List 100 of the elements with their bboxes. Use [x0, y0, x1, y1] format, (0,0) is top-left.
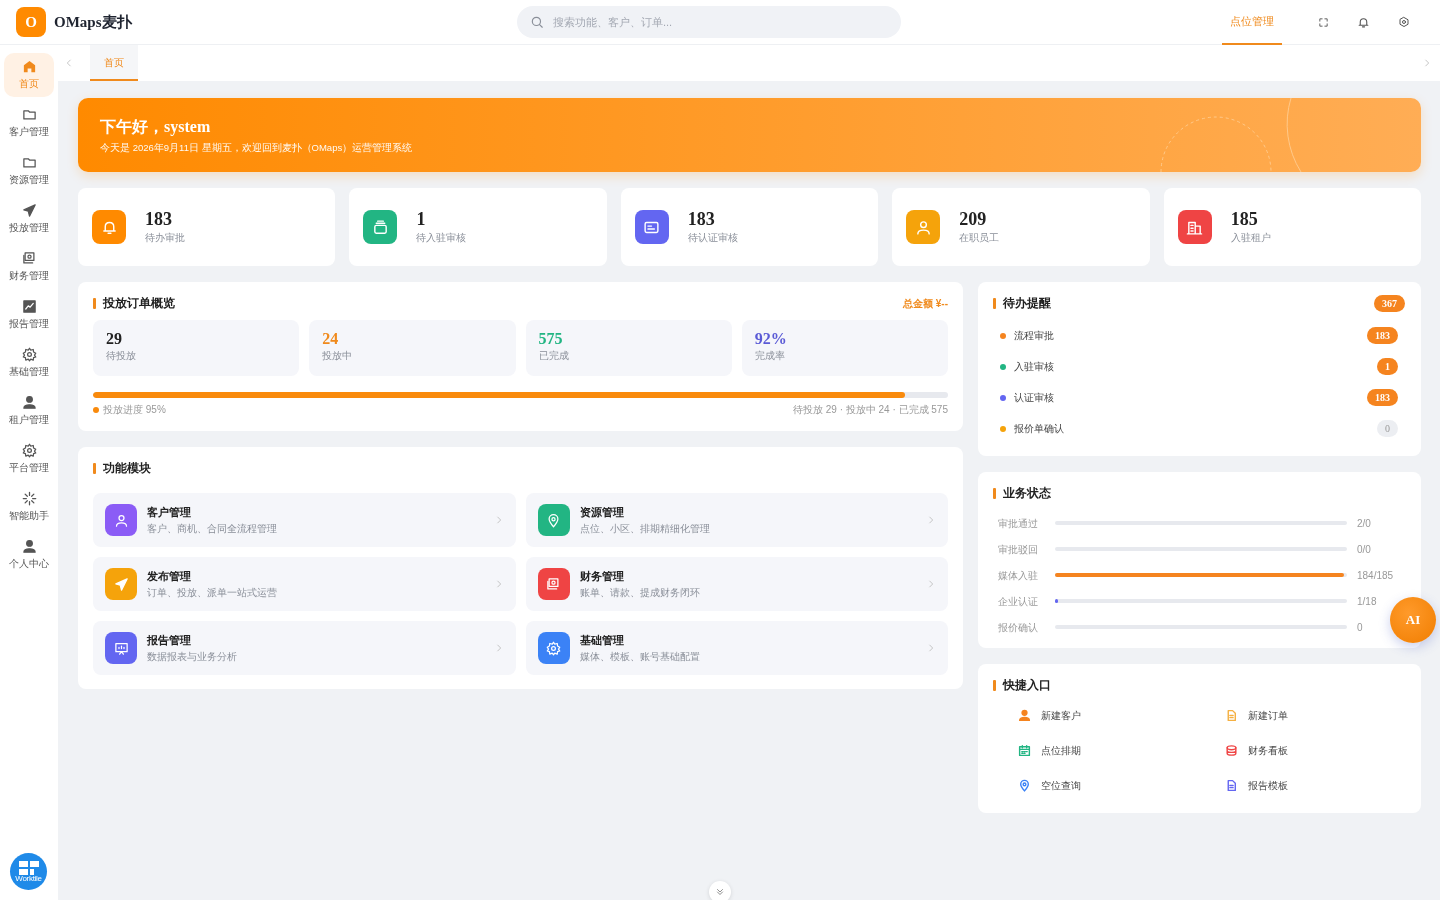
- sidebar-item[interactable]: 财务管理: [4, 245, 54, 289]
- status-reading: 0: [1356, 620, 1364, 635]
- sidebar-item[interactable]: 个人中心: [4, 533, 54, 577]
- paper-plane-icon: [21, 203, 37, 218]
- sidebar-item[interactable]: 租户管理: [4, 389, 54, 433]
- sidebar-item[interactable]: 基础管理: [4, 341, 54, 385]
- todo-item[interactable]: 认证审核 183: [993, 382, 1405, 413]
- quick-link[interactable]: 点位排期: [993, 733, 1200, 768]
- chevron-left-icon: [64, 58, 74, 68]
- module-description: 账单、请款、提成财务闭环: [579, 585, 701, 600]
- metric-label: 投放中: [322, 349, 354, 364]
- greeting: 下午好，system: [100, 117, 212, 137]
- presentation-icon: [113, 640, 129, 656]
- status-label: 审批驳回: [997, 542, 1039, 557]
- sparkle-icon: [21, 491, 37, 506]
- user-icon: [113, 512, 129, 528]
- chart-icon: [21, 299, 37, 314]
- metric-label: 完成率: [754, 349, 786, 364]
- stat-value: 185: [1230, 208, 1259, 231]
- todo-label: 入驻审核: [1014, 360, 1054, 374]
- count-badge: 0: [1377, 420, 1398, 437]
- module-title: 基础管理: [579, 633, 625, 649]
- folder-icon: [21, 107, 37, 122]
- photo-icon: [21, 251, 37, 266]
- module-item[interactable]: 报告管理 数据报表与业务分析: [93, 621, 516, 675]
- layers-icon: [371, 218, 389, 236]
- count-badge: 183: [1367, 389, 1398, 406]
- module-item[interactable]: 基础管理 媒体、模板、账号基础配置: [525, 621, 948, 675]
- module-item[interactable]: 财务管理 账单、请款、提成财务闭环: [525, 557, 948, 611]
- gear-icon: [546, 640, 561, 656]
- progress-summary: 待投放 29 · 投放中 24 · 已完成 575: [792, 403, 948, 417]
- todo-item[interactable]: 入驻审核 1: [993, 351, 1405, 382]
- date-text: 今天是 2026年9月11日 星期五，欢迎回到麦扑（OMaps）运营管理系统: [100, 141, 414, 156]
- section-title: 投放订单概览: [93, 294, 175, 312]
- stat-label: 入驻租户: [1230, 231, 1271, 246]
- chevron-right-icon: [1422, 58, 1432, 68]
- section-title: 业务状态: [993, 484, 1403, 502]
- stat-value: 183: [145, 208, 173, 231]
- module-description: 数据报表与业务分析: [147, 649, 238, 664]
- todo-item[interactable]: 流程审批 183: [993, 320, 1405, 351]
- quick-link[interactable]: 财务看板: [1199, 733, 1406, 768]
- paper-plane-icon: [113, 576, 129, 592]
- module-title: 发布管理: [147, 569, 192, 585]
- count-badge: 1: [1377, 358, 1398, 375]
- chevron-right-icon: [926, 515, 936, 525]
- module-description: 媒体、模板、账号基础配置: [579, 649, 701, 664]
- search-field[interactable]: 搜索功能、客户、订单...: [517, 6, 901, 38]
- metric-value: 24: [322, 329, 340, 349]
- chevron-right-icon: [926, 579, 936, 589]
- stat-label: 待办审批: [145, 231, 185, 246]
- sidebar-item[interactable]: 资源管理: [4, 149, 54, 193]
- todo-label: 流程审批: [1014, 329, 1054, 343]
- status-reading: 1/18: [1356, 594, 1378, 609]
- app-logo[interactable]: Worktile: [10, 853, 47, 890]
- folder-icon: [21, 155, 37, 170]
- quick-link[interactable]: 新建订单: [1199, 698, 1406, 733]
- scroll-down-button[interactable]: [709, 881, 731, 900]
- quick-link[interactable]: 新建客户: [993, 698, 1200, 733]
- status-label: 企业认证: [997, 594, 1039, 609]
- todo-item[interactable]: 报价单确认 0: [993, 413, 1405, 444]
- module-item[interactable]: 发布管理 订单、投放、派单一站式运营: [93, 557, 516, 611]
- metric-value: 575: [538, 329, 564, 349]
- status-dot: [93, 406, 99, 413]
- module-description: 客户、商机、合同全流程管理: [147, 521, 278, 536]
- logo: O: [16, 7, 46, 37]
- sidebar-item[interactable]: 客户管理: [4, 101, 54, 145]
- module-title: 报告管理: [147, 633, 192, 649]
- module-title: 客户管理: [147, 505, 192, 521]
- brand-name: OMaps麦扑: [54, 12, 132, 32]
- person-icon: [21, 395, 37, 410]
- count-badge: 367: [1374, 294, 1405, 312]
- module-item[interactable]: 资源管理 点位、小区、排期精细化管理: [525, 493, 948, 547]
- progress-label: 投放进度 95%: [103, 403, 166, 417]
- sidebar-item[interactable]: 智能助手: [4, 485, 54, 529]
- metric-value: 92%: [754, 329, 788, 349]
- module-item[interactable]: 客户管理 客户、商机、合同全流程管理: [93, 493, 516, 547]
- todo-label: 报价单确认: [1014, 422, 1064, 436]
- status-label: 报价确认: [997, 620, 1039, 635]
- sidebar-item[interactable]: 投放管理: [4, 197, 54, 241]
- sidebar-item[interactable]: 平台管理: [4, 437, 54, 481]
- stat-value: 209: [959, 208, 988, 231]
- photo-icon: [546, 576, 561, 592]
- stat-label: 待入驻审核: [416, 231, 467, 246]
- notification-icon: [1357, 15, 1370, 29]
- sidebar-item[interactable]: 报告管理: [4, 293, 54, 337]
- status-reading: 184/185: [1356, 568, 1395, 583]
- status-label: 媒体入驻: [997, 568, 1039, 583]
- metric-value: 29: [106, 329, 123, 349]
- person-icon: [21, 539, 37, 554]
- todo-label: 认证审核: [1014, 391, 1054, 405]
- metric-label: 待投放: [106, 349, 137, 364]
- status-reading: 0/0: [1356, 542, 1372, 557]
- double-chevron-icon: [715, 887, 725, 897]
- section-title: 快捷入口: [993, 676, 1406, 694]
- quick-link[interactable]: 报告模板: [1199, 768, 1406, 803]
- module-title: 资源管理: [579, 505, 625, 521]
- fullscreen-icon: [1318, 16, 1329, 28]
- pin-icon: [546, 512, 561, 528]
- section-title: 功能模块: [93, 459, 948, 477]
- quick-link[interactable]: 空位查询: [993, 768, 1200, 803]
